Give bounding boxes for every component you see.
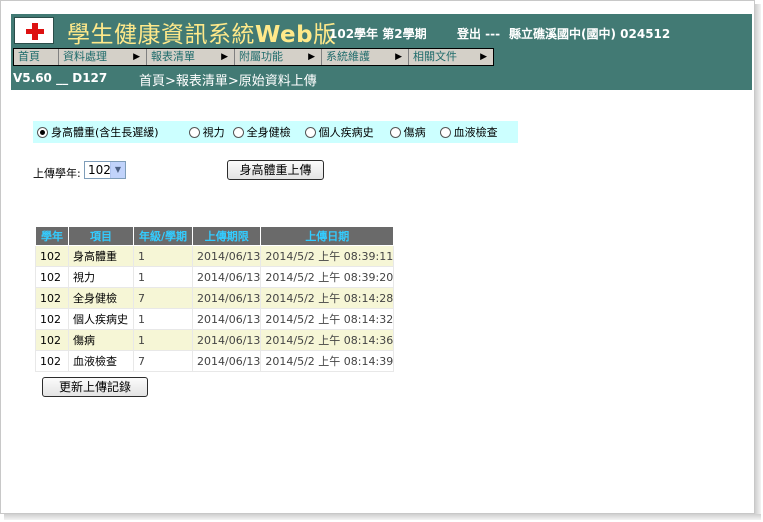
menu-item-label: 系統維護: [326, 50, 370, 63]
radio-label: 血液檢查: [453, 126, 498, 139]
breadcrumb: 首頁>報表清單>原始資料上傳: [139, 74, 317, 89]
refresh-records-button[interactable]: 更新上傳記錄: [42, 377, 148, 397]
upload-button[interactable]: 身高體重上傳: [227, 160, 324, 180]
chevron-down-icon[interactable]: ▼: [110, 162, 125, 178]
radio-icon: [304, 126, 316, 138]
version-label: V5.60 __ D127: [13, 71, 108, 85]
table-header-row: 學年 項目 年級/學期 上傳期限 上傳日期: [35, 226, 395, 246]
table-cell: 2014/06/13: [191, 245, 262, 267]
column-header: 上傳日期: [260, 226, 395, 246]
upload-records-table: 學年 項目 年級/學期 上傳期限 上傳日期 102 身高體重 1 2014/06…: [35, 226, 395, 372]
submenu-arrow-icon: ▶: [395, 52, 402, 62]
menu-item-label: 附屬功能: [239, 50, 283, 63]
table-cell: 2014/5/2 上午 08:39:11: [260, 245, 395, 267]
table-cell: 2014/06/13: [191, 266, 262, 288]
menu-item-label: 相關文件: [413, 50, 457, 63]
table-cell: 102: [35, 329, 69, 351]
table-cell: 102: [35, 245, 69, 267]
table-row: 102 全身健檢 7 2014/06/13 2014/5/2 上午 08:14:…: [35, 287, 395, 309]
table-cell: 102: [35, 308, 69, 330]
table-cell: 2014/5/2 上午 08:14:32: [260, 308, 395, 330]
app-title: 學生健康資訊系統Web版: [67, 15, 337, 49]
radio-injury[interactable]: 傷病: [389, 124, 426, 140]
menu-item-data-processing[interactable]: 資料處理 ▶: [59, 49, 147, 65]
table-cell: 102: [35, 350, 69, 372]
menu-item-label: 資料處理: [63, 50, 107, 63]
column-header: 上傳期限: [191, 226, 262, 246]
table-cell: 2014/5/2 上午 08:14:39: [260, 350, 395, 372]
table-cell: 2014/5/2 上午 08:14:36: [260, 329, 395, 351]
table-row: 102 血液檢查 7 2014/06/13 2014/5/2 上午 08:14:…: [35, 350, 395, 372]
submenu-arrow-icon: ▶: [308, 52, 315, 62]
menu-item-maintenance[interactable]: 系統維護 ▶: [322, 49, 409, 65]
school-label: 縣立礁溪國中(國中) 024512: [509, 27, 671, 41]
radio-label: 視力: [202, 126, 225, 139]
table-cell: 2014/06/13: [191, 350, 262, 372]
radio-label: 全身健檢: [246, 126, 291, 139]
upload-type-options: 身高體重(含生長遲緩) 視力 全身健檢 個人疾病史 傷病 血液檢查: [33, 121, 518, 143]
radio-label: 個人疾病史: [318, 126, 374, 139]
table-row: 102 身高體重 1 2014/06/13 2014/5/2 上午 08:39:…: [35, 245, 395, 267]
menu-item-reports[interactable]: 報表清單 ▶: [147, 49, 235, 65]
column-header: 項目: [68, 226, 134, 246]
column-header: 年級/學期: [133, 226, 193, 246]
radio-icon: [232, 126, 244, 138]
radio-height-weight[interactable]: 身高體重(含生長遲緩): [37, 124, 159, 140]
submenu-arrow-icon: ▶: [221, 52, 228, 62]
table-cell: 血液檢查: [68, 350, 134, 372]
upload-year-select[interactable]: 102 ▼: [84, 161, 126, 179]
frame-shadow: [755, 4, 761, 518]
red-cross-logo-icon: [14, 17, 54, 44]
table-cell: 全身健檢: [68, 287, 134, 309]
table-cell: 視力: [68, 266, 134, 288]
table-cell: 個人疾病史: [68, 308, 134, 330]
frame-shadow: [4, 514, 761, 520]
table-cell: 2014/5/2 上午 08:39:20: [260, 266, 395, 288]
radio-physical-exam[interactable]: 全身健檢: [232, 124, 291, 140]
radio-label: 身高體重(含生長遲緩): [51, 126, 159, 139]
radio-blood-test[interactable]: 血液檢查: [439, 124, 498, 140]
menu-item-label: 報表清單: [151, 50, 195, 63]
radio-vision[interactable]: 視力: [188, 124, 225, 140]
cross-bar: [32, 23, 38, 40]
app-title-cjk: 學生健康資訊系統: [67, 22, 255, 48]
app-title-web: Web: [255, 22, 314, 48]
menu-item-documents[interactable]: 相關文件 ▶: [409, 49, 493, 65]
table-row: 102 個人疾病史 1 2014/06/13 2014/5/2 上午 08:14…: [35, 308, 395, 330]
table-cell: 2014/5/2 上午 08:14:28: [260, 287, 395, 309]
table-cell: 身高體重: [68, 245, 134, 267]
semester-label: 102學年 第2學期: [329, 27, 427, 41]
radio-selected-icon: [37, 126, 48, 138]
table-cell: 7: [133, 287, 193, 309]
table-row: 102 視力 1 2014/06/13 2014/5/2 上午 08:39:20: [35, 266, 395, 288]
upload-year-label: 上傳學年:: [33, 167, 81, 180]
main-menu: 首頁 資料處理 ▶ 報表清單 ▶ 附屬功能 ▶ 系統維護 ▶ 相關文件 ▶: [13, 48, 494, 66]
table-cell: 2014/06/13: [191, 329, 262, 351]
app-header: 學生健康資訊系統Web版 102學年 第2學期 登出 --- 縣立礁溪國中(國中…: [11, 14, 752, 90]
table-cell: 102: [35, 266, 69, 288]
radio-medical-history[interactable]: 個人疾病史: [304, 124, 374, 140]
radio-label: 傷病: [403, 126, 426, 139]
submenu-arrow-icon: ▶: [133, 52, 140, 62]
table-cell: 1: [133, 329, 193, 351]
table-cell: 102: [35, 287, 69, 309]
logout-link[interactable]: 登出 ---: [457, 25, 500, 42]
radio-icon: [439, 126, 451, 138]
column-header: 學年: [35, 226, 69, 246]
table-cell: 傷病: [68, 329, 134, 351]
radio-icon: [188, 126, 200, 138]
radio-icon: [389, 126, 401, 138]
table-cell: 2014/06/13: [191, 308, 262, 330]
table-cell: 1: [133, 308, 193, 330]
menu-item-home[interactable]: 首頁: [14, 49, 59, 65]
table-cell: 2014/06/13: [191, 287, 262, 309]
table-cell: 7: [133, 350, 193, 372]
table-cell: 1: [133, 266, 193, 288]
table-cell: 1: [133, 245, 193, 267]
submenu-arrow-icon: ▶: [480, 52, 487, 62]
upload-year-value: 102: [88, 163, 111, 177]
menu-item-label: 首頁: [18, 50, 40, 63]
table-row: 102 傷病 1 2014/06/13 2014/5/2 上午 08:14:36: [35, 329, 395, 351]
menu-item-extras[interactable]: 附屬功能 ▶: [235, 49, 322, 65]
